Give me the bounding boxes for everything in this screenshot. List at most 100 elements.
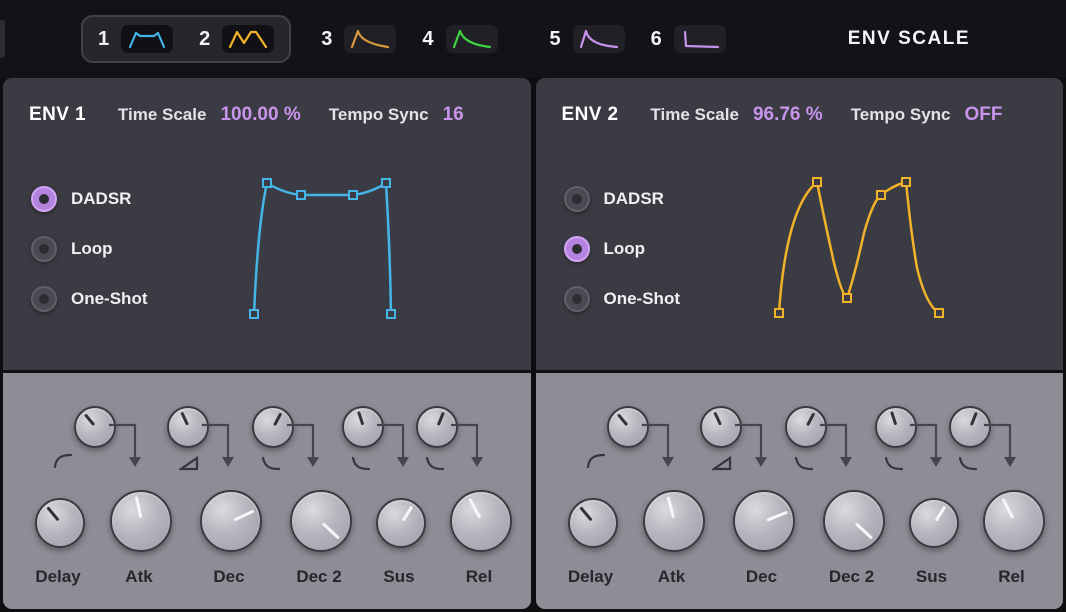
env-tab-5-number: 5 (550, 28, 561, 51)
env2-knob-section: Delay Atk Dec Dec 2 Sus Rel (536, 370, 1064, 609)
env-tab-4[interactable]: 4 (422, 25, 497, 53)
env2-mode-dadsr[interactable]: DADSR (564, 186, 664, 212)
env2-release-knob[interactable] (983, 490, 1045, 552)
knob-pointer (813, 480, 895, 562)
env-tab-4-chip (446, 25, 498, 53)
env2-sustain-knob[interactable] (909, 498, 959, 548)
env-tab-6[interactable]: 6 (651, 25, 726, 53)
env1-knob-section: Delay Atk Dec Dec 2 Sus Rel (3, 370, 531, 609)
linear-ramp-icon (712, 455, 732, 471)
env2-release-knob-label: Rel (964, 567, 1060, 587)
env2-envelope-display[interactable] (764, 148, 1064, 358)
knob-pointer (280, 480, 362, 562)
routing-arrow-icon (377, 417, 413, 473)
env1-release-knob[interactable] (450, 490, 512, 552)
env1-tempo-sync-label: Tempo Sync (329, 105, 429, 125)
env-tab-5[interactable]: 5 (550, 25, 625, 53)
env1-time-scale-value[interactable]: 100.00 % (220, 104, 300, 126)
panel-env1: ENV 1 Time Scale 100.00 % Tempo Sync 16 … (3, 78, 531, 609)
env2-editor: ENV 2 Time Scale 96.76 % Tempo Sync OFF … (536, 78, 1064, 370)
env2-attack-knob-label: Atk (624, 567, 720, 587)
env1-mode-loop[interactable]: Loop (31, 236, 113, 262)
radio-icon (31, 186, 57, 212)
env-tab-2[interactable]: 2 (199, 25, 274, 53)
env2-delay-knob[interactable] (568, 498, 618, 548)
routing-arrow-icon (287, 417, 323, 473)
routing-arrow-icon (451, 417, 487, 473)
env-tab-2-chip (222, 25, 274, 53)
routing-arrow-icon (910, 417, 946, 473)
knob-pointer (902, 491, 965, 554)
env-tab-3[interactable]: 3 (321, 25, 396, 53)
radio-icon (564, 286, 590, 312)
knob-pointer (974, 482, 1052, 560)
env2-header: ENV 2 Time Scale 96.76 % Tempo Sync OFF (562, 104, 1031, 126)
routing-arrow-icon (202, 417, 238, 473)
routing-arrow-icon (109, 417, 145, 473)
knob-pointer (369, 491, 432, 554)
knob-pointer (442, 482, 520, 560)
env1-attack-knob-label: Atk (91, 567, 187, 587)
env-tab-1-chip (121, 25, 173, 53)
radio-icon (564, 186, 590, 212)
routing-arrow-icon (984, 417, 1020, 473)
env2-mode-oneshot-label: One-Shot (604, 289, 681, 309)
env1-mode-dadsr[interactable]: DADSR (31, 186, 131, 212)
env3-waveform-icon (348, 28, 392, 50)
radio-icon (564, 236, 590, 262)
env-tab-2-number: 2 (199, 28, 210, 51)
env1-title: ENV 1 (29, 104, 86, 126)
env2-mode-dadsr-label: DADSR (604, 189, 664, 209)
env6-waveform-icon (678, 28, 722, 50)
knob-pointer (560, 491, 625, 556)
env1-sustain-knob[interactable] (376, 498, 426, 548)
env1-mode-oneshot[interactable]: One-Shot (31, 286, 148, 312)
env2-title: ENV 2 (562, 104, 619, 126)
env2-time-scale-value[interactable]: 96.76 % (753, 104, 823, 126)
env2-tempo-sync-value[interactable]: OFF (965, 104, 1003, 126)
env2-attack-knob[interactable] (643, 490, 705, 552)
curve-shape-icon (53, 453, 73, 469)
env1-header: ENV 1 Time Scale 100.00 % Tempo Sync 16 (29, 104, 492, 126)
curve-shape-icon (794, 455, 814, 471)
env1-mode-loop-label: Loop (71, 239, 113, 259)
env2-mode-loop[interactable]: Loop (564, 236, 646, 262)
curve-shape-icon (261, 455, 281, 471)
routing-arrow-icon (820, 417, 856, 473)
env2-mode-loop-label: Loop (604, 239, 646, 259)
env-tab-5-chip (573, 25, 625, 53)
env2-decay-knob[interactable] (733, 490, 795, 552)
env1-mode-oneshot-label: One-Shot (71, 289, 148, 309)
env1-attack-knob[interactable] (110, 490, 172, 552)
routing-arrow-icon (735, 417, 771, 473)
curve-shape-icon (351, 455, 371, 471)
knob-pointer (192, 482, 269, 559)
env-tab-group-5-6: 5 6 (550, 25, 726, 53)
env-tab-4-number: 4 (422, 28, 433, 51)
env1-tempo-sync-value[interactable]: 16 (443, 104, 464, 126)
synth-env-screen: 1 2 3 (0, 0, 1066, 612)
env1-decay-knob[interactable] (200, 490, 262, 552)
curve-shape-icon (958, 455, 978, 471)
env-selector-bar: 1 2 3 (0, 0, 1066, 78)
panel-env2: ENV 2 Time Scale 96.76 % Tempo Sync OFF … (536, 78, 1064, 609)
env4-waveform-icon (450, 28, 494, 50)
env-tab-6-chip (674, 25, 726, 53)
env2-decay2-knob[interactable] (823, 490, 885, 552)
curve-shape-icon (586, 453, 606, 469)
env-scale-label: ENV SCALE (848, 28, 970, 50)
env1-envelope-display[interactable] (231, 148, 531, 358)
linear-ramp-icon (179, 455, 199, 471)
env-tab-group-1-2: 1 2 (81, 15, 291, 63)
env-panels: ENV 1 Time Scale 100.00 % Tempo Sync 16 … (0, 78, 1066, 612)
env-tab-6-number: 6 (651, 28, 662, 51)
env2-mode-oneshot[interactable]: One-Shot (564, 286, 681, 312)
env-tab-1[interactable]: 1 (98, 25, 173, 53)
env5-waveform-icon (577, 28, 621, 50)
routing-arrow-icon (642, 417, 678, 473)
env-tab-3-chip (344, 25, 396, 53)
env1-decay2-knob[interactable] (290, 490, 352, 552)
env-tab-1-number: 1 (98, 28, 109, 51)
env1-delay-knob[interactable] (35, 498, 85, 548)
knob-pointer (638, 485, 709, 556)
